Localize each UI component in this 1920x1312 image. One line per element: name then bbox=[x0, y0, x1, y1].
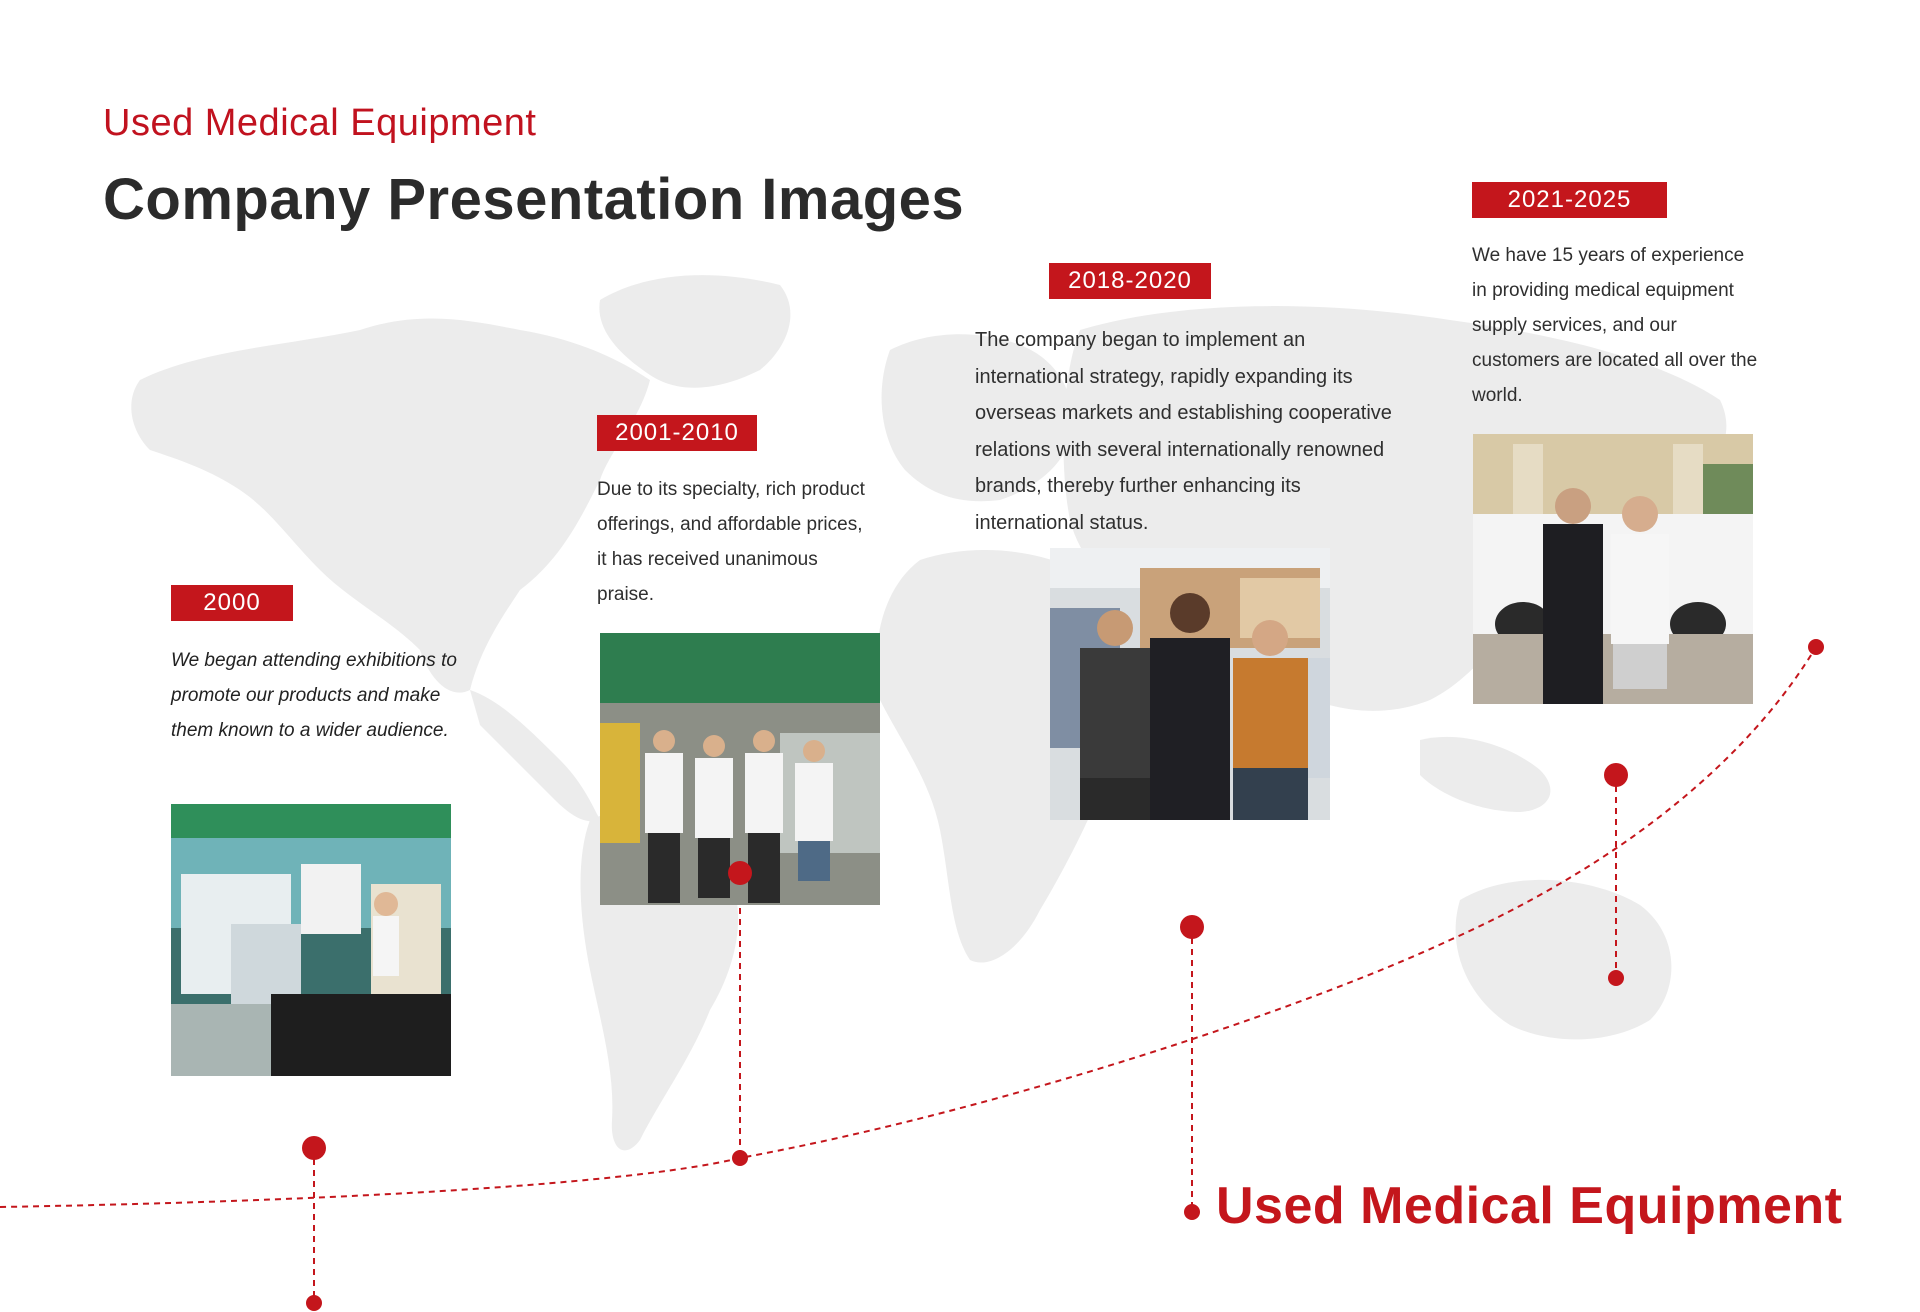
year-badge-2021-2025: 2021-2025 bbox=[1472, 182, 1667, 218]
page-title: Company Presentation Images bbox=[103, 167, 965, 232]
dot-2000-top bbox=[302, 1136, 326, 1160]
map-southeast-asia bbox=[1420, 736, 1551, 812]
dot-2021-2025-top bbox=[1604, 763, 1628, 787]
booth-staff-photo-image bbox=[600, 633, 880, 905]
year-badge-2000: 2000 bbox=[171, 585, 293, 621]
footer-brand: Used Medical Equipment bbox=[1216, 1177, 1843, 1235]
warehouse-team-photo-image bbox=[1050, 548, 1330, 820]
dot-2000-bottom bbox=[306, 1295, 322, 1311]
map-north-america bbox=[131, 318, 651, 693]
map-australia bbox=[1455, 879, 1672, 1040]
description-2018-2020: The company began to implement an intern… bbox=[975, 329, 1392, 534]
description-2021-2025: We have 15 years of experience in provid… bbox=[1472, 245, 1758, 406]
dot-2021-2025-bottom bbox=[1608, 970, 1624, 986]
dot-2018-2020-bottom bbox=[1184, 1204, 1200, 1220]
photo-2000 bbox=[171, 804, 451, 1076]
description-2000: We began attending exhibitions to promot… bbox=[171, 650, 457, 741]
map-central-america bbox=[470, 690, 600, 822]
dot-curve-end bbox=[1808, 639, 1824, 655]
description-2001-2010: Due to its specialty, rich product offer… bbox=[597, 479, 865, 605]
photo-2001-2010 bbox=[600, 633, 880, 905]
presentation-page: Used Medical Equipment Company Presentat… bbox=[0, 0, 1920, 1312]
photo-2021-2025 bbox=[1473, 434, 1753, 704]
photo-2018-2020 bbox=[1050, 548, 1330, 820]
dot-2001-2010-bottom bbox=[732, 1150, 748, 1166]
customer-meeting-photo-image bbox=[1473, 434, 1753, 704]
year-badge-2001-2010: 2001-2010 bbox=[597, 415, 757, 451]
exhibition-photo-image bbox=[171, 804, 451, 1076]
page-subtitle: Used Medical Equipment bbox=[103, 102, 537, 144]
dot-2018-2020-top bbox=[1180, 915, 1204, 939]
year-badge-2018-2020: 2018-2020 bbox=[1049, 263, 1211, 299]
